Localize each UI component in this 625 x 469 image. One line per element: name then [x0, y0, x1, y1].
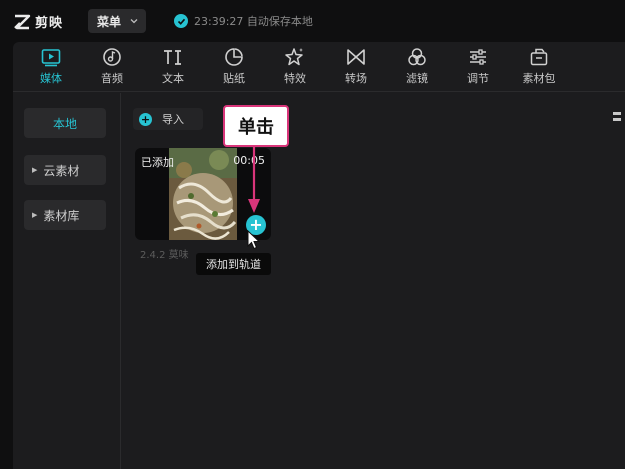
tab-effects[interactable]: 特效: [266, 46, 324, 90]
filter-icon: [408, 48, 426, 66]
source-sidebar: 本地 ▶ 云素材 ▶ 素材库: [13, 93, 121, 469]
transition-icon: [347, 49, 365, 65]
clip-filename: 2.4.2 莫味: [140, 250, 189, 261]
sticker-icon: [225, 48, 243, 66]
autosave-text: 23:39:27 自动保存本地: [194, 15, 313, 28]
click-annotation: 单击: [223, 105, 289, 147]
media-panel: 媒体 音频 文本 贴纸 特效 转场 滤镜 调节 素材包 本地 ▶ 云素材 ▶ 素…: [13, 42, 625, 469]
material-pack-icon: [530, 48, 548, 66]
tab-text[interactable]: 文本: [144, 46, 202, 90]
tab-label: 特效: [284, 72, 306, 85]
tab-label: 素材包: [522, 72, 556, 85]
add-to-track-tooltip: 添加到轨道: [196, 253, 271, 275]
tab-label: 音频: [101, 72, 123, 85]
tab-label: 贴纸: [223, 72, 245, 85]
tab-label: 调节: [467, 72, 489, 85]
tab-transition[interactable]: 转场: [327, 46, 385, 90]
import-button[interactable]: + 导入: [133, 108, 203, 130]
tab-media[interactable]: 媒体: [22, 46, 80, 90]
autosave-status: 23:39:27 自动保存本地: [174, 13, 313, 29]
adjust-icon: [470, 49, 486, 65]
effects-icon: [285, 48, 303, 66]
app-logo: 剪映: [13, 12, 63, 31]
tab-label: 媒体: [40, 72, 62, 85]
plus-icon: +: [139, 112, 152, 126]
mouse-cursor-icon: [247, 230, 261, 250]
capcut-logo-icon: [14, 14, 31, 29]
check-circle-icon: [174, 14, 188, 28]
expand-triangle-icon: ▶: [32, 166, 38, 174]
sidebar-item-label: 本地: [52, 116, 77, 131]
sidebar-item-cloud[interactable]: ▶ 云素材: [24, 155, 106, 185]
sidebar-item-local[interactable]: 本地: [24, 108, 106, 138]
added-badge: 已添加: [141, 156, 174, 169]
category-tabs: 媒体 音频 文本 贴纸 特效 转场 滤镜 调节 素材包: [13, 42, 625, 92]
sidebar-item-library[interactable]: ▶ 素材库: [24, 200, 106, 230]
annotation-arrow-icon: [248, 147, 260, 213]
sidebar-item-label: 素材库: [43, 208, 80, 223]
tab-sticker[interactable]: 贴纸: [205, 46, 263, 90]
tab-material-pack[interactable]: 素材包: [510, 46, 568, 90]
tab-audio[interactable]: 音频: [83, 46, 141, 90]
media-icon: [41, 49, 61, 67]
list-view-icon[interactable]: [613, 111, 621, 123]
title-bar: 剪映 菜单 23:39:27 自动保存本地: [0, 0, 625, 42]
tab-adjust[interactable]: 调节: [449, 46, 507, 90]
menu-button-label: 菜单: [97, 14, 122, 29]
tab-label: 文本: [162, 72, 184, 85]
audio-icon: [103, 48, 121, 66]
app-name: 剪映: [35, 16, 64, 31]
text-icon: [164, 50, 181, 65]
sidebar-item-label: 云素材: [43, 163, 80, 178]
menu-button[interactable]: 菜单: [88, 9, 146, 33]
tab-label: 滤镜: [406, 72, 428, 85]
tab-label: 转场: [345, 72, 367, 85]
tab-filter[interactable]: 滤镜: [388, 46, 446, 90]
expand-triangle-icon: ▶: [32, 211, 38, 219]
import-label: 导入: [162, 113, 184, 126]
video-thumbnail: [169, 148, 237, 240]
chevron-down-icon: [130, 19, 138, 24]
